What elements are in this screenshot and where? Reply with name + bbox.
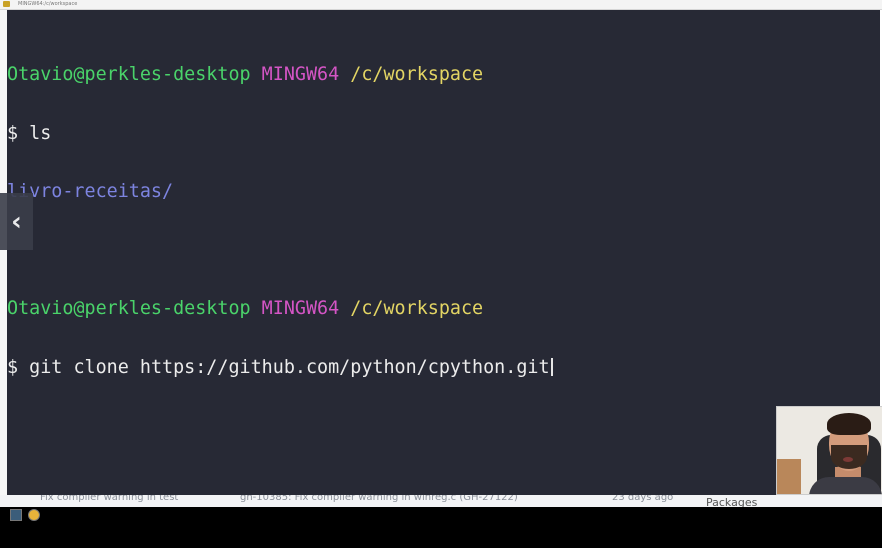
command-line-active[interactable]: $ git clone https://github.com/python/cp… bbox=[7, 356, 553, 378]
taskbar-browser-icon[interactable] bbox=[28, 509, 40, 521]
prompt-line: Otavio@perkles-desktop MINGW64 /c/worksp… bbox=[7, 299, 553, 319]
chevron-left-icon: ‹ bbox=[11, 206, 22, 237]
webcam-shelf bbox=[777, 459, 801, 494]
window-title: MINGW64:/c/workspace bbox=[18, 1, 78, 7]
prompt-symbol: $ bbox=[7, 356, 19, 378]
window-left-edge bbox=[0, 10, 7, 495]
window-titlebar: MINGW64:/c/workspace bbox=[0, 0, 882, 10]
prompt-line: Otavio@perkles-desktop MINGW64 /c/worksp… bbox=[7, 65, 553, 85]
background-commit-text: gh-10385: Fix compiler warning in winreg… bbox=[240, 495, 518, 503]
prompt-system: MINGW64 bbox=[261, 298, 340, 319]
prompt-system: MINGW64 bbox=[261, 64, 340, 85]
prompt-user-host: Otavio@perkles-desktop bbox=[7, 298, 251, 319]
prompt-symbol: $ bbox=[7, 122, 19, 144]
webcam-overlay bbox=[776, 406, 882, 495]
text-cursor bbox=[550, 357, 553, 376]
webcam-presenter-mouth bbox=[843, 457, 853, 462]
webcam-presenter-shirt bbox=[809, 477, 882, 494]
command-input-text[interactable]: git clone https://github.com/python/cpyt… bbox=[29, 357, 549, 378]
webcam-presenter-hair bbox=[827, 413, 871, 435]
background-commit-text: Fix compiler warning in test bbox=[40, 495, 179, 503]
taskbar-app-icon[interactable] bbox=[10, 509, 22, 521]
command-text: ls bbox=[29, 122, 52, 144]
terminal-window[interactable]: Otavio@perkles-desktop MINGW64 /c/worksp… bbox=[7, 10, 880, 495]
output-line: livro-receitas/ bbox=[7, 182, 553, 202]
command-line: $ ls bbox=[7, 122, 553, 144]
previous-slide-button[interactable]: ‹ bbox=[0, 193, 33, 250]
prompt-user-host: Otavio@perkles-desktop bbox=[7, 64, 251, 85]
terminal-output: Otavio@perkles-desktop MINGW64 /c/worksp… bbox=[7, 26, 553, 416]
prompt-path: /c/workspace bbox=[350, 298, 484, 319]
background-commit-age: 23 days ago bbox=[612, 495, 674, 503]
prompt-path: /c/workspace bbox=[350, 64, 484, 85]
taskbar bbox=[0, 507, 882, 548]
git-bash-icon bbox=[3, 1, 10, 7]
